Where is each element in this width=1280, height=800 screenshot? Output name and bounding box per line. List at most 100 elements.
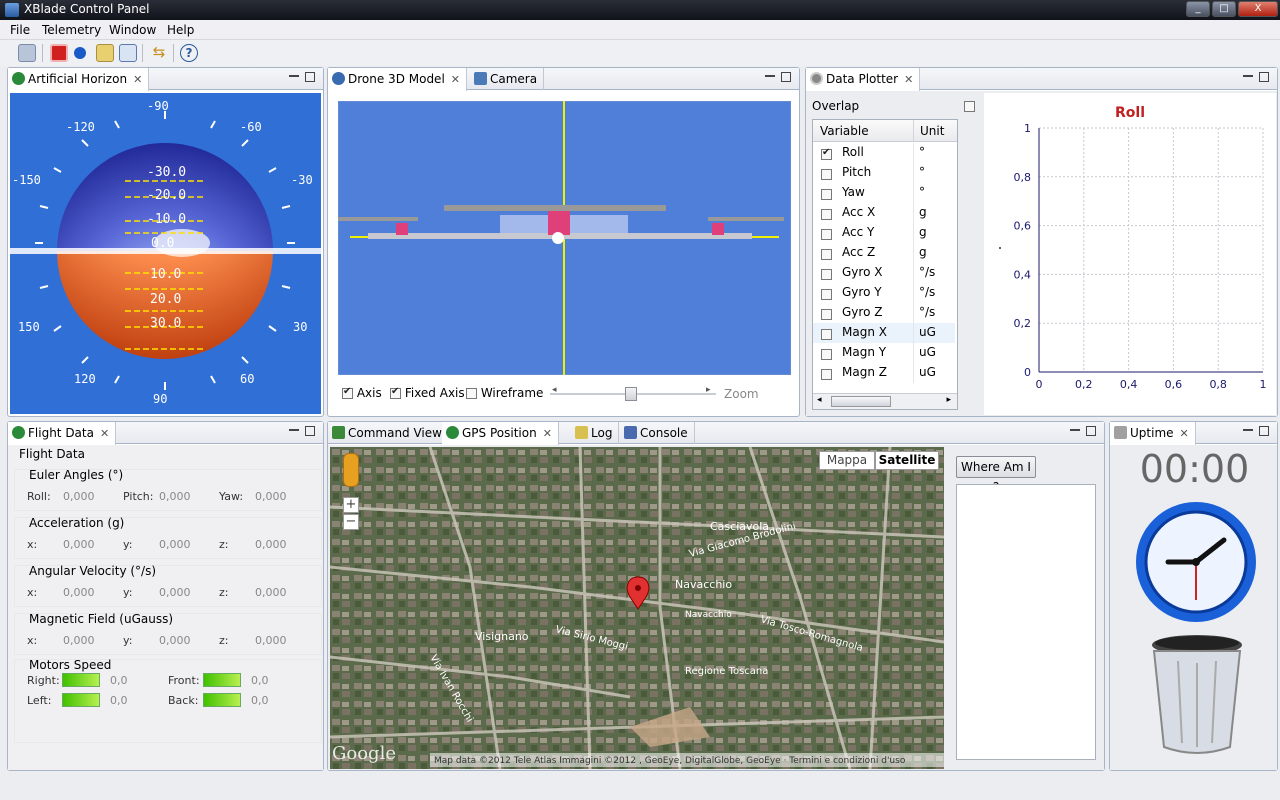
table-row[interactable]: Gyro Z °/s [813, 303, 955, 323]
maximize-button[interactable]: □ [1212, 1, 1236, 17]
table-row[interactable]: Magn Z uG [813, 363, 955, 383]
close-icon[interactable]: ✕ [543, 427, 552, 440]
row-checkbox[interactable] [821, 347, 832, 361]
tab-drone-3d-model[interactable]: Drone 3D Model ✕ [328, 68, 467, 91]
table-row[interactable]: Gyro X °/s [813, 263, 955, 283]
close-icon[interactable]: ✕ [904, 73, 913, 86]
fixed-axis-option[interactable]: Fixed Axis [390, 386, 465, 400]
fixed-axis-checkbox[interactable] [390, 386, 401, 399]
minimize-view-icon[interactable] [1243, 72, 1253, 77]
tab-gps-position[interactable]: GPS Position ✕ [442, 422, 559, 445]
maximize-view-icon[interactable] [1259, 72, 1269, 82]
uptime-timer: 00:00 [1139, 447, 1250, 491]
zoom-out-button[interactable]: − [343, 514, 359, 530]
row-checkbox[interactable] [821, 227, 832, 241]
help-icon[interactable]: ? [180, 44, 198, 62]
horizontal-scrollbar[interactable]: ◂ ▸ [813, 393, 957, 409]
google-logo[interactable]: Google [332, 743, 396, 764]
row-checkbox[interactable] [821, 267, 832, 281]
wireframe-checkbox[interactable] [466, 388, 477, 399]
table-row[interactable]: Pitch ° [813, 163, 955, 183]
scroll-left-icon[interactable]: ◂ [817, 395, 822, 405]
table-row[interactable]: Magn Y uG [813, 343, 955, 363]
row-checkbox[interactable] [821, 167, 832, 181]
table-row[interactable]: Acc Z g [813, 243, 955, 263]
stop-icon[interactable] [50, 44, 68, 62]
row-checkbox[interactable] [821, 147, 832, 161]
tab-camera[interactable]: Camera [470, 68, 545, 90]
variable-unit: uG [919, 325, 936, 339]
tab-artificial-horizon[interactable]: Artificial Horizon ✕ [8, 68, 150, 91]
swap-icon[interactable]: ⇆ [150, 44, 168, 62]
map-type-mappa-button[interactable]: Mappa [819, 451, 875, 470]
row-checkbox[interactable] [821, 207, 832, 221]
axis-option[interactable]: Axis [342, 386, 382, 400]
table-row[interactable]: Acc X g [813, 203, 955, 223]
menu-file[interactable]: File [10, 23, 30, 37]
row-checkbox[interactable] [821, 247, 832, 261]
map-type-satellite-button[interactable]: Satellite [875, 451, 939, 470]
street-view-pegman-icon[interactable] [343, 453, 359, 487]
minimize-view-icon[interactable] [289, 72, 299, 77]
maximize-view-icon[interactable] [781, 72, 791, 82]
save-icon[interactable] [18, 44, 36, 62]
maximize-view-icon[interactable] [1259, 426, 1269, 436]
table-row[interactable]: Roll ° [813, 143, 955, 163]
record-icon[interactable] [74, 47, 86, 59]
table-row[interactable]: Magn X uG [813, 323, 955, 343]
where-am-i-button[interactable]: Where Am I ? [956, 456, 1036, 494]
zoom-slider-thumb[interactable] [625, 387, 637, 401]
wireframe-option[interactable]: Wireframe [466, 386, 543, 400]
scroll-right-icon[interactable]: ▸ [946, 395, 951, 405]
table-row[interactable]: Gyro Y °/s [813, 283, 955, 303]
close-icon[interactable]: ✕ [133, 73, 142, 86]
trash-icon[interactable] [1150, 631, 1244, 755]
scrollbar-thumb[interactable] [831, 396, 891, 407]
column-header-variable[interactable]: Variable [820, 124, 869, 138]
tab-console[interactable]: Console [620, 422, 695, 444]
tab-uptime[interactable]: Uptime ✕ [1110, 422, 1196, 445]
slider-right-icon[interactable]: ▸ [706, 385, 711, 395]
zoom-in-button[interactable]: + [343, 497, 359, 513]
menu-help[interactable]: Help [167, 23, 194, 37]
menu-telemetry[interactable]: Telemetry [42, 23, 101, 37]
row-checkbox[interactable] [821, 287, 832, 301]
minimize-view-icon[interactable] [765, 72, 775, 77]
motor-value-front: 0,0 [251, 674, 269, 687]
close-icon[interactable]: ✕ [1180, 427, 1189, 440]
row-checkbox[interactable] [821, 187, 832, 201]
tab-command-view[interactable]: Command View [328, 422, 449, 444]
table-row[interactable]: Acc Y g [813, 223, 955, 243]
row-checkbox[interactable] [821, 327, 832, 341]
tab-flight-data[interactable]: Flight Data ✕ [8, 422, 117, 445]
tab-data-plotter[interactable]: Data Plotter ✕ [806, 68, 921, 91]
axis-checkbox[interactable] [342, 386, 353, 399]
flight-group: Angular Velocity (°/s) x: 0,000 y: 0,000 z: 0,… [14, 564, 322, 607]
maximize-view-icon[interactable] [305, 426, 315, 436]
satellite-map[interactable]: Casciavola Navacchio Navacchio Visignano… [330, 447, 944, 769]
minimize-button[interactable]: _ [1186, 1, 1210, 17]
overlap-label: Overlap [812, 99, 860, 113]
maximize-view-icon[interactable] [1086, 426, 1096, 436]
tab-log[interactable]: Log [571, 422, 620, 444]
row-checkbox[interactable] [821, 367, 832, 381]
maximize-view-icon[interactable] [305, 72, 315, 82]
table-row[interactable]: Yaw ° [813, 183, 955, 203]
model-viewport[interactable] [338, 101, 791, 375]
minimize-view-icon[interactable] [1070, 426, 1080, 431]
overlap-checkbox[interactable] [964, 99, 975, 113]
row-checkbox[interactable] [821, 307, 832, 321]
minimize-view-icon[interactable] [289, 426, 299, 431]
slider-left-icon[interactable]: ◂ [552, 385, 557, 395]
minimize-view-icon[interactable] [1243, 426, 1253, 431]
location-output-area[interactable] [956, 484, 1096, 760]
close-icon[interactable]: ✕ [451, 73, 460, 86]
close-button[interactable]: X [1238, 1, 1278, 17]
connect-icon[interactable] [96, 44, 114, 62]
map-attribution[interactable]: Map data ©2012 Tele Atlas Immagini ©2012… [434, 756, 906, 766]
table-icon[interactable] [119, 44, 137, 62]
close-icon[interactable]: ✕ [100, 427, 109, 440]
menu-window[interactable]: Window [109, 23, 156, 37]
column-header-unit[interactable]: Unit [920, 124, 944, 138]
tab-label: Uptime [1130, 426, 1174, 440]
